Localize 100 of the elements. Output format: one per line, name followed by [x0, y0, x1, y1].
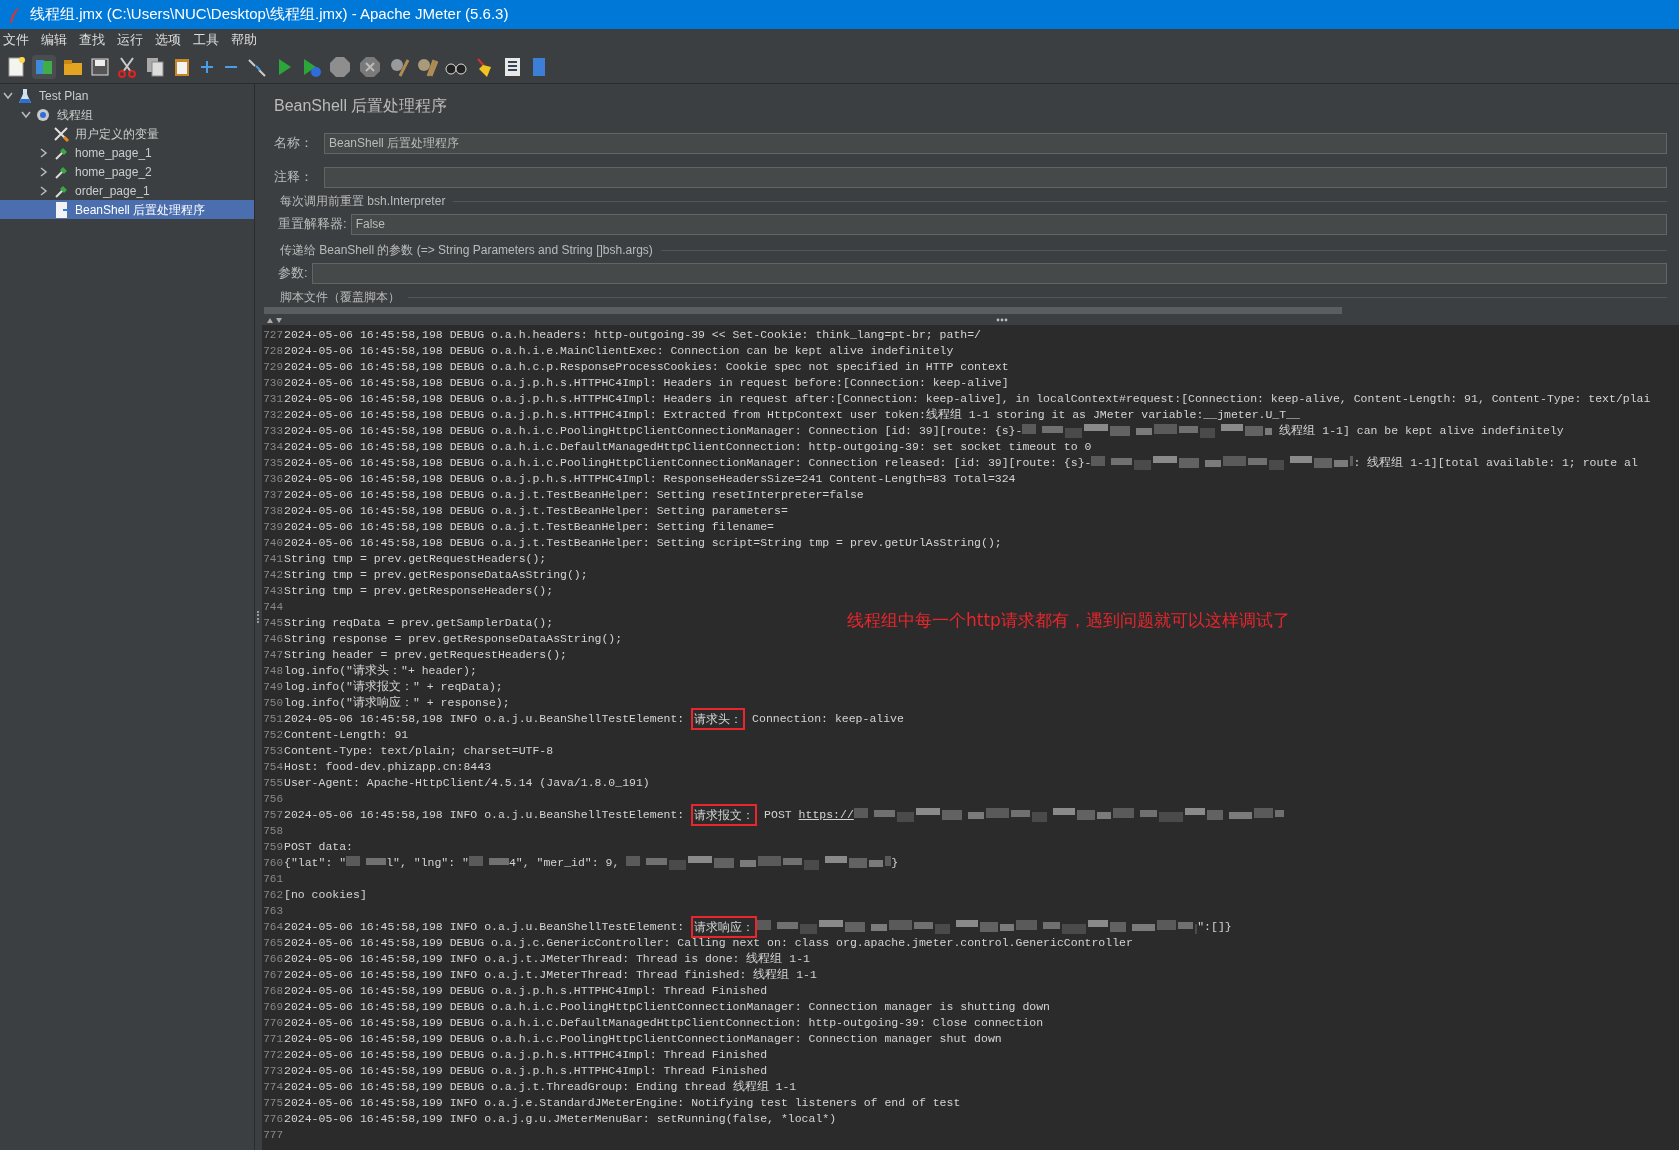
tree-item[interactable]: Test Plan — [0, 86, 254, 105]
line-number: 738 — [262, 503, 284, 519]
menu-item[interactable]: 选项 — [155, 29, 181, 50]
panel-title: BeanShell 后置处理程序 — [274, 96, 449, 116]
log-text: 2024-05-06 16:45:58,199 DEBUG o.a.h.i.c.PoolingHttpClientConnectionManager: Connection manager is shutting down — [284, 999, 1051, 1016]
log-text: {"lat": " — [284, 855, 347, 872]
log-text: String header = prev.getRequestHeaders(); — [284, 647, 567, 664]
wrench-screwdriver-icon — [53, 124, 70, 143]
tree-item[interactable]: home_page_1 — [0, 143, 254, 162]
group-legend: 每次调用前重置 bsh.Interpreter — [280, 192, 446, 210]
log-text: ":[]} — [1197, 919, 1232, 936]
new-document-icon[interactable] — [6, 55, 26, 78]
line-number: 769 — [262, 999, 284, 1015]
templates-icon[interactable] — [32, 54, 56, 79]
log-text: 2024-05-06 16:45:58,198 DEBUG o.a.j.t.TestBeanHelper: Setting script=String tmp = prev.getUrlAsString(); — [284, 535, 1002, 552]
log-text: String tmp = prev.getRequestHeaders(); — [284, 551, 547, 568]
line-number: 728 — [262, 343, 284, 359]
line-number: 771 — [262, 1031, 284, 1047]
log-text: Content-Length: 91 — [284, 727, 409, 744]
stop-icon[interactable] — [328, 54, 352, 79]
log-text: 2024-05-06 16:45:58,198 DEBUG o.a.j.t.TestBeanHelper: Setting resetInterpreter=false — [284, 487, 864, 504]
line-number: 750 — [262, 695, 284, 711]
menu-item[interactable]: 帮助 — [231, 29, 257, 50]
log-text: String tmp = prev.getResponseHeaders(); — [284, 583, 554, 600]
line-number: 760 — [262, 855, 284, 871]
field-label: 参数: — [278, 264, 308, 283]
line-number: 744 — [262, 599, 284, 615]
group-legend: 脚本文件（覆盖脚本） — [280, 288, 400, 306]
log-text: log.info("请求响应：" + response); — [284, 695, 510, 712]
highlighted-text: 请求响应： — [691, 916, 758, 938]
save-icon[interactable] — [90, 55, 110, 78]
log-text: 2024-05-06 16:45:58,199 DEBUG o.a.h.i.c.DefaultManagedHttpClientConnection: http-outgoing-39: Close connection — [284, 1015, 1044, 1032]
line-number: 731 — [262, 391, 284, 407]
log-text: 2024-05-06 16:45:58,199 DEBUG o.a.j.p.h.s.HTTPHC4Impl: Thread Finished — [284, 1063, 768, 1080]
chevron-right-icon[interactable] — [40, 147, 48, 158]
chevron-right-icon[interactable] — [40, 185, 48, 196]
line-number: 733 — [262, 423, 284, 439]
tree-item[interactable]: 用户定义的变量 — [0, 124, 254, 143]
feather-icon — [8, 5, 22, 24]
tree-item[interactable]: order_page_1 — [0, 181, 254, 200]
log-text: 2024-05-06 16:45:58,198 INFO o.a.j.u.BeanShellTestElement: — [284, 919, 686, 936]
log-text: [no cookies] — [284, 887, 367, 904]
chevron-right-icon[interactable] — [40, 166, 48, 177]
line-number: 740 — [262, 535, 284, 551]
flask-icon — [17, 86, 34, 105]
tree-item[interactable]: home_page_2 — [0, 162, 254, 181]
tree-item[interactable]: 线程组 — [0, 105, 254, 124]
line-number: 768 — [262, 983, 284, 999]
line-number: 777 — [262, 1127, 284, 1143]
comment-field[interactable] — [324, 166, 1667, 188]
menu-item[interactable]: 查找 — [79, 29, 105, 50]
tree-item[interactable]: BeanShell 后置处理程序 — [0, 200, 254, 219]
name-field[interactable]: BeanShell 后置处理程序 — [324, 132, 1667, 154]
log-text: 2024-05-06 16:45:58,199 INFO o.a.j.t.JMeterThread: Thread finished: 线程组 1-1 — [284, 967, 817, 984]
cut-icon[interactable] — [116, 55, 138, 78]
line-number: 732 — [262, 407, 284, 423]
line-number: 729 — [262, 359, 284, 375]
window-title: 线程组.jmx (C:\Users\NUC\Desktop\线程组.jmx) - Apache JMeter (5.6.3) — [30, 4, 509, 25]
menu-item[interactable]: 文件 — [3, 29, 29, 50]
line-number: 770 — [262, 1015, 284, 1031]
grip-dots-icon[interactable] — [996, 317, 1008, 322]
log-text: String reqData = prev.getSamplerData(); — [284, 615, 554, 632]
line-number: 766 — [262, 951, 284, 967]
log-text: 2024-05-06 16:45:58,198 DEBUG o.a.j.t.TestBeanHelper: Setting parameters= — [284, 503, 788, 520]
log-text: 2024-05-06 16:45:58,198 DEBUG o.a.h.i.c.DefaultManagedHttpClientConnection: http-outgoing-39: set socket timeout to 0 — [284, 439, 1092, 456]
line-number: 776 — [262, 1111, 284, 1127]
log-text: 2024-05-06 16:45:58,199 DEBUG o.a.j.p.h.s.HTTPHC4Impl: Thread Finished — [284, 983, 768, 1000]
scrollbar[interactable] — [264, 306, 1342, 314]
splitter-handle[interactable] — [257, 611, 260, 623]
line-number: 736 — [262, 471, 284, 487]
line-number: 751 — [262, 711, 284, 727]
log-text: log.info("请求头："+ header); — [284, 663, 477, 680]
shutdown-icon[interactable] — [358, 54, 382, 79]
parameters-field[interactable] — [311, 262, 1667, 284]
line-number: 765 — [262, 935, 284, 951]
log-text: 2024-05-06 16:45:58,199 INFO o.a.j.g.u.JMeterMenuBar: setRunning(false, *local*) — [284, 1111, 837, 1128]
line-number: 756 — [262, 791, 284, 807]
line-number: 747 — [262, 647, 284, 663]
log-text: String response = prev.getResponseDataAsString(); — [284, 631, 623, 648]
log-text: 2024-05-06 16:45:58,198 INFO o.a.j.u.BeanShellTestElement: — [284, 711, 686, 728]
reset-interpreter-field[interactable]: False — [350, 213, 1667, 235]
log-text: Connection: keep-alive — [751, 711, 904, 728]
log-text: User-Agent: Apache-HttpClient/4.5.14 (Java/1.8.0_191) — [284, 775, 650, 792]
line-number: 763 — [262, 903, 284, 919]
group-legend: 传递给 BeanShell 的参数 (=> String Parameters and String []bsh.args) — [280, 241, 653, 259]
log-text: 2024-05-06 16:45:58,198 DEBUG o.a.h.i.c.PoolingHttpClientConnectionManager: Connection [id: 39][route: {s}- — [284, 423, 1023, 440]
line-number: 754 — [262, 759, 284, 775]
menu-item[interactable]: 工具 — [193, 29, 219, 50]
log-text: 2024-05-06 16:45:58,199 DEBUG o.a.j.c.GenericController: Calling next on: class org.apache.jmeter.control.GenericController — [284, 935, 1133, 952]
line-number: 727 — [262, 327, 284, 343]
line-number: 735 — [262, 455, 284, 471]
log-text: 2024-05-06 16:45:58,198 DEBUG o.a.j.p.h.s.HTTPHC4Impl: Extracted from HttpContext user token:线程组 1-1 storing it as JMeter variable:__jmeter.U_T__ — [284, 407, 1300, 424]
line-number: 775 — [262, 1095, 284, 1111]
copy-icon[interactable] — [144, 55, 166, 78]
menu-item[interactable]: 运行 — [117, 29, 143, 50]
url-link[interactable]: https:// — [798, 806, 854, 824]
line-number: 764 — [262, 919, 284, 935]
menu-item[interactable]: 编辑 — [41, 29, 67, 50]
log-text: POST — [763, 807, 793, 824]
log-text: String tmp = prev.getResponseDataAsString(); — [284, 567, 588, 584]
